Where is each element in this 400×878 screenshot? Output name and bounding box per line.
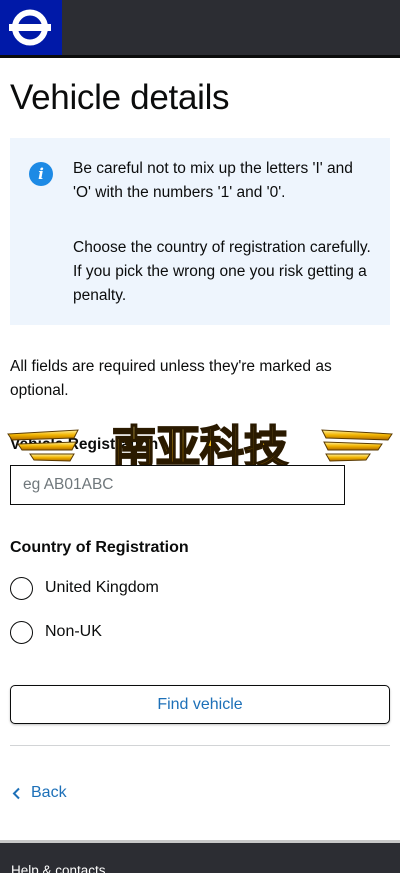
registration-input[interactable] [10, 465, 345, 505]
radio-label-non-uk[interactable]: Non-UK [45, 623, 102, 641]
radio-united-kingdom[interactable]: United Kingdom [10, 575, 159, 601]
header-divider [0, 55, 400, 58]
roundel-icon [9, 9, 51, 46]
info-paragraph-country: Choose the country of registration caref… [73, 239, 371, 304]
radio-label-united-kingdom[interactable]: United Kingdom [45, 579, 159, 597]
find-vehicle-button[interactable]: Find vehicle [10, 685, 390, 724]
info-paragraph-letters: Be careful not to mix up the letters 'I'… [73, 160, 353, 201]
help-contacts-link[interactable]: Help & contacts [11, 863, 106, 878]
page-title: Vehicle details [10, 78, 230, 117]
section-divider [10, 745, 390, 746]
country-legend: Country of Registration [10, 539, 189, 556]
chevron-left-icon [12, 787, 20, 799]
radio-non-uk[interactable]: Non-UK [10, 619, 102, 645]
site-footer: Help & contacts [0, 840, 400, 878]
home-logo-link[interactable] [0, 0, 62, 55]
info-icon: i [29, 162, 53, 186]
radio-button-united-kingdom[interactable] [10, 576, 33, 600]
back-link-label[interactable]: Back [31, 784, 67, 802]
info-panel: i Be careful not to mix up the letters '… [10, 138, 390, 325]
watermark-right-wing [321, 429, 393, 462]
back-link[interactable]: Back [12, 784, 67, 802]
required-fields-note: All fields are required unless they're m… [10, 358, 332, 399]
site-header [0, 0, 400, 55]
watermark-left-wing [7, 429, 79, 462]
radio-button-non-uk[interactable] [10, 620, 33, 644]
